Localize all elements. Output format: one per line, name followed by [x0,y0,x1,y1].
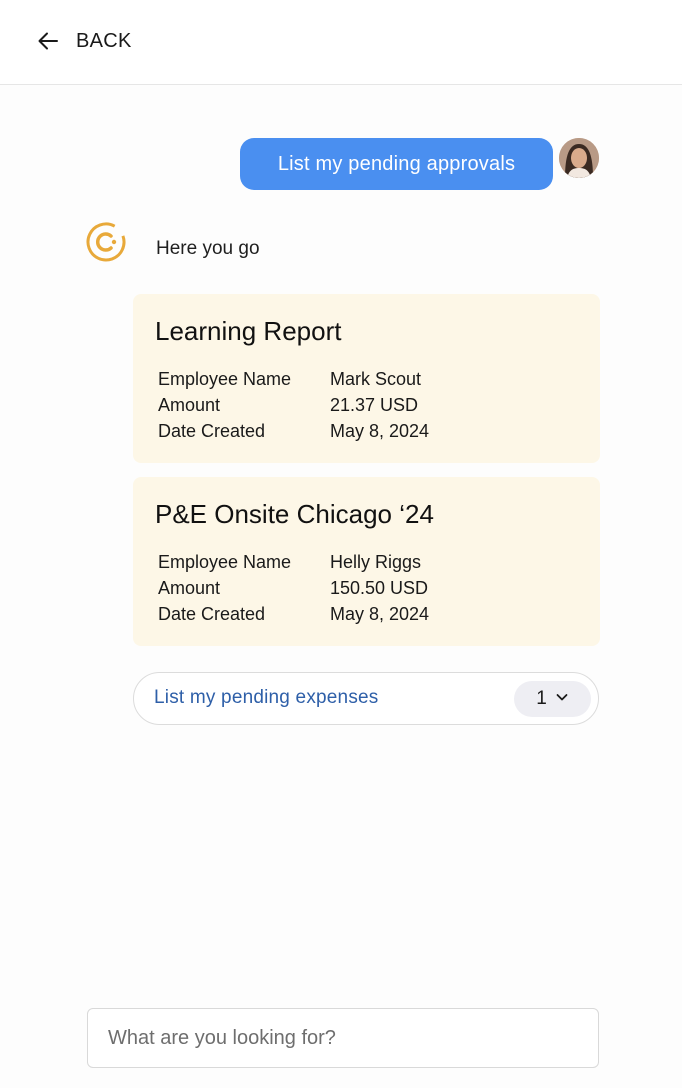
user-avatar [559,138,599,178]
bot-reply-text: Here you go [156,238,260,259]
detail-label: Employee Name [158,368,292,389]
detail-label: Employee Name [158,551,292,572]
back-button[interactable]: BACK [36,26,132,56]
header-bar: BACK [0,0,682,85]
chevron-down-icon [555,688,569,710]
detail-row: Employee Name Helly Riggs [158,549,429,575]
detail-label: Date Created [158,603,266,624]
detail-value: 150.50 USD [330,577,429,598]
approval-card-title: Learning Report [155,316,342,346]
detail-label: Date Created [158,420,266,441]
approval-card-details: Employee Name Mark Scout Amount 21.37 US… [158,366,429,444]
detail-value: Helly Riggs [330,551,422,572]
approval-card[interactable]: Learning Report Employee Name Mark Scout… [133,294,600,463]
detail-label: Amount [158,394,221,415]
detail-row: Employee Name Mark Scout [158,366,429,392]
approval-card[interactable]: P&E Onsite Chicago ‘24 Employee Name Hel… [133,477,600,646]
detail-row: Amount 150.50 USD [158,575,429,601]
arrow-left-icon [36,29,60,53]
detail-row: Date Created May 8, 2024 [158,601,429,627]
suggestion-count: 1 [536,688,547,709]
detail-row: Amount 21.37 USD [158,392,429,418]
detail-label: Amount [158,577,221,598]
detail-row: Date Created May 8, 2024 [158,418,429,444]
detail-value: Mark Scout [330,368,422,389]
suggestion-count-dropdown[interactable]: 1 [514,681,591,717]
user-message-bubble: List my pending approvals [240,138,553,190]
approval-card-title: P&E Onsite Chicago ‘24 [155,499,434,529]
back-label: BACK [76,29,132,52]
suggestion-chip[interactable]: List my pending expenses 1 [133,672,599,725]
detail-value: May 8, 2024 [330,603,430,624]
suggestion-label[interactable]: List my pending expenses [154,687,379,709]
detail-value: 21.37 USD [330,394,419,415]
search-input[interactable] [87,1008,599,1068]
approval-card-details: Employee Name Helly Riggs Amount 150.50 … [158,549,429,627]
brand-logo-icon [86,222,126,262]
detail-value: May 8, 2024 [330,420,430,441]
